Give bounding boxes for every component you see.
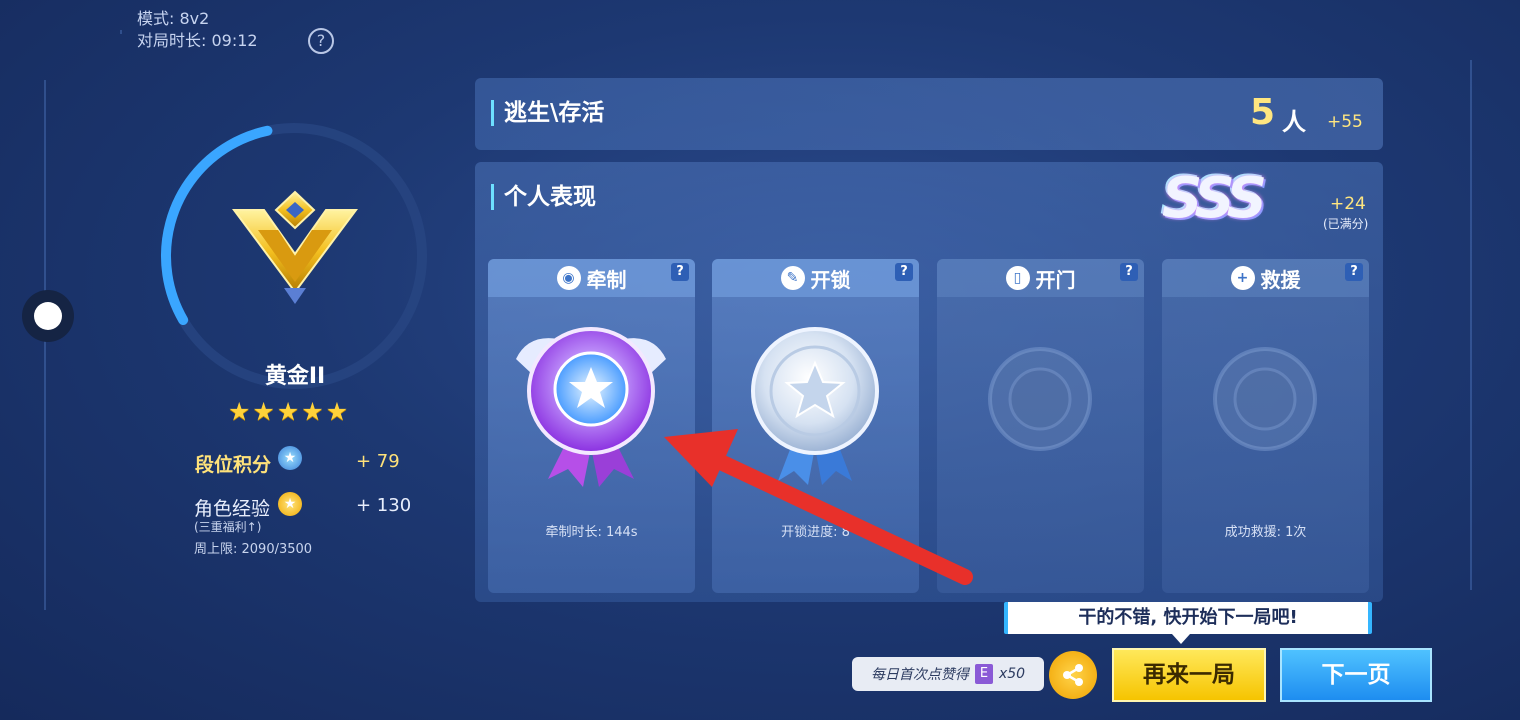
mode-label: 模式: 8v2 bbox=[137, 9, 210, 28]
escape-panel bbox=[475, 78, 1383, 150]
performance-grade: SSS bbox=[1162, 166, 1267, 231]
red-arrow-annotation bbox=[664, 429, 973, 585]
star-icon: ★ bbox=[252, 397, 275, 426]
rescue-icon: + bbox=[1230, 266, 1255, 290]
rank-name: 黄金II bbox=[264, 364, 326, 389]
card-title: 开门 bbox=[1035, 267, 1076, 292]
encouragement-tooltip: 干的不错, 快开始下一局吧! bbox=[1004, 602, 1372, 634]
next-page-button[interactable]: 下一页 bbox=[1280, 648, 1432, 702]
card-title: 牵制 bbox=[586, 267, 627, 292]
star-icon: ★ bbox=[228, 397, 251, 426]
card-header: + 救援 bbox=[1162, 259, 1369, 297]
door-icon: ▯ bbox=[1005, 266, 1030, 290]
escape-bonus: +55 bbox=[1327, 112, 1363, 132]
side-toggle-button[interactable] bbox=[22, 290, 74, 342]
exp-badge-icon: ★ bbox=[278, 492, 302, 516]
character-exp-label: 角色经验 bbox=[194, 498, 271, 520]
points-badge-icon: ★ bbox=[278, 446, 302, 470]
card-help-icon[interactable]: ? bbox=[1345, 263, 1363, 281]
card-title: 开锁 bbox=[810, 267, 851, 292]
energy-coupon-icon: E bbox=[974, 664, 993, 684]
card-header: ◉ 牵制 bbox=[488, 259, 695, 297]
star-icon: ★ bbox=[276, 397, 300, 426]
rank-points-value: + 79 bbox=[356, 451, 400, 472]
card-help-icon[interactable]: ? bbox=[671, 263, 689, 281]
empty-medal-slot-icon bbox=[1213, 347, 1317, 451]
card-header: ✎ 开锁 bbox=[712, 259, 919, 297]
frame-line-left bbox=[44, 80, 46, 610]
card-rescue[interactable]: + 救援 ? 成功救援: 1次 bbox=[1162, 259, 1369, 593]
star-icon: ★ bbox=[325, 397, 349, 426]
card-header: ▯ 开门 bbox=[937, 259, 1144, 297]
card-help-icon[interactable]: ? bbox=[895, 263, 913, 281]
wrench-icon: ✎ bbox=[780, 266, 805, 290]
help-icon[interactable]: ? bbox=[308, 28, 334, 54]
card-footer: 成功救援: 1次 bbox=[1224, 525, 1307, 540]
share-icon bbox=[1063, 664, 1083, 686]
daily-like-reward: 每日首次点赞得 E x50 bbox=[852, 657, 1044, 691]
restraint-icon: ◉ bbox=[556, 266, 581, 290]
rank-points-label: 段位积分 bbox=[195, 454, 272, 476]
frame-tick bbox=[120, 30, 122, 34]
escape-unit: 人 bbox=[1282, 108, 1306, 136]
play-again-button[interactable]: 再来一局 bbox=[1112, 648, 1266, 702]
gold-rank-emblem-icon bbox=[232, 190, 358, 304]
card-title: 救援 bbox=[1260, 267, 1301, 292]
star-icon: ★ bbox=[301, 397, 324, 426]
share-button[interactable] bbox=[1049, 651, 1097, 699]
card-help-icon[interactable]: ? bbox=[1120, 263, 1138, 281]
performance-title: 个人表现 bbox=[491, 184, 596, 210]
like-reward-count: x50 bbox=[998, 666, 1026, 682]
performance-bonus: +24 bbox=[1330, 194, 1366, 214]
weekly-cap: 周上限: 2090/3500 bbox=[194, 542, 313, 557]
tooltip-tail bbox=[1172, 634, 1190, 644]
match-info: 模式: 8v2 对局时长: 09:12 bbox=[137, 8, 258, 52]
performance-note: (已满分) bbox=[1323, 217, 1369, 231]
character-exp-value: + 130 bbox=[356, 495, 412, 516]
escape-title: 逃生\存活 bbox=[491, 100, 604, 126]
frame-line-right bbox=[1470, 60, 1472, 590]
toggle-dot-icon bbox=[34, 302, 62, 330]
exp-bonus-note: (三重福利↑) bbox=[194, 520, 262, 534]
duration-label: 对局时长: 09:12 bbox=[137, 31, 258, 50]
like-tip-text: 每日首次点赞得 bbox=[870, 667, 969, 683]
rank-stars: ★ ★ ★ ★ ★ bbox=[228, 398, 363, 426]
escape-count: 5 bbox=[1250, 92, 1276, 133]
